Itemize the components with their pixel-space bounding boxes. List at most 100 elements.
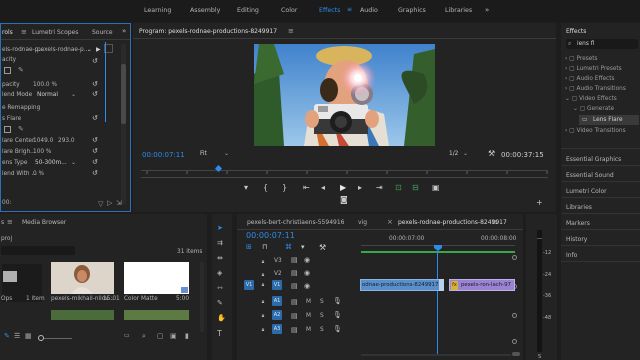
workspace-editing[interactable]: Editing xyxy=(237,7,259,14)
current-time[interactable]: 00: xyxy=(2,200,11,206)
chevron-down-icon[interactable]: ⌄ xyxy=(224,150,229,157)
tree-item-video-transitions[interactable]: › ▢ Video Transitions xyxy=(565,128,626,134)
tree-item-presets[interactable]: › ▢ Presets xyxy=(565,56,598,62)
tab-effect-controls[interactable]: rols xyxy=(2,29,13,36)
sync-lock-icon[interactable]: ▤ xyxy=(291,269,298,277)
scrollbar-thumb[interactable] xyxy=(121,64,126,124)
nest-icon[interactable]: ⊞ xyxy=(246,243,252,251)
mark-in-icon[interactable]: { xyxy=(263,184,268,192)
workspace-color[interactable]: Color xyxy=(281,7,297,14)
play-only-icon[interactable]: ▶ xyxy=(96,46,101,53)
program-scrub-bar[interactable] xyxy=(141,170,548,178)
effects-search-input[interactable]: lens fl xyxy=(577,41,594,47)
mute-button[interactable]: M xyxy=(306,327,311,333)
ripple-edit-tool-icon[interactable]: ⇹ xyxy=(217,255,223,262)
mask-ellipse-icon[interactable] xyxy=(4,67,11,74)
lens-type-select[interactable]: 50-300m... xyxy=(35,160,67,166)
track-target-v1[interactable]: V1 xyxy=(272,280,282,290)
source-patch-v1[interactable]: V1 xyxy=(244,280,254,290)
solo-button[interactable]: S xyxy=(320,299,324,305)
zoom-slider[interactable] xyxy=(44,338,72,339)
reset-icon[interactable]: ↺ xyxy=(92,158,98,166)
pen-tool-icon[interactable]: ✎ xyxy=(18,125,24,133)
eye-icon[interactable]: ◉ xyxy=(304,269,310,277)
workspace-audio[interactable]: Audio xyxy=(360,7,378,14)
extract-icon[interactable]: ⊟ xyxy=(412,184,419,192)
filter-icon[interactable]: ▽ xyxy=(98,200,103,208)
sync-lock-icon[interactable]: ▤ xyxy=(291,298,298,306)
hand-tool-icon[interactable]: ✋ xyxy=(217,315,226,322)
panel-libraries[interactable]: Libraries xyxy=(566,204,592,211)
blend-mode-select[interactable]: Normal xyxy=(37,92,58,98)
eye-icon[interactable]: ◉ xyxy=(304,282,310,290)
panel-markers[interactable]: Markers xyxy=(566,220,590,227)
solo-button[interactable]: S xyxy=(320,327,324,333)
flare-center-x[interactable]: 1049.0 xyxy=(33,138,53,144)
close-icon[interactable]: × xyxy=(387,218,393,226)
microphone-icon[interactable]: 🎙︎ xyxy=(333,297,342,305)
new-bin-icon[interactable]: ▢ xyxy=(157,332,164,340)
microphone-icon[interactable]: 🎙︎ xyxy=(333,311,342,319)
track-target-a2[interactable]: A2 xyxy=(272,310,282,320)
track-select-tool-icon[interactable]: ⇉ xyxy=(217,240,223,247)
sync-lock-icon[interactable]: ▤ xyxy=(291,326,298,334)
sequence-tab[interactable]: vig xyxy=(358,219,367,226)
reset-icon[interactable]: ↺ xyxy=(92,147,98,155)
panel-menu-icon[interactable]: ≡ xyxy=(7,218,13,226)
tab-media-browser[interactable]: Media Browser xyxy=(22,219,66,226)
track-lock-icon[interactable]: 🔒︎ xyxy=(258,280,268,290)
video-clip[interactable]: fx pexels-ron-lach-97 xyxy=(449,279,515,291)
panel-menu-icon[interactable]: ≡ xyxy=(288,27,294,35)
edit-icon[interactable]: ✎ xyxy=(4,332,10,340)
clip-thumbnail[interactable] xyxy=(51,310,114,320)
reset-icon[interactable]: ↺ xyxy=(92,57,98,65)
wrench-icon[interactable]: ⚒ xyxy=(488,149,495,158)
step-forward-icon[interactable]: ▸ xyxy=(358,184,362,192)
program-timecode[interactable]: 00:00:07:11 xyxy=(142,151,185,159)
reset-icon[interactable]: ↺ xyxy=(92,169,98,177)
type-tool-icon[interactable]: T xyxy=(217,330,222,338)
video-frame[interactable] xyxy=(254,44,435,146)
mask-ellipse-icon[interactable] xyxy=(4,126,11,133)
reset-icon[interactable]: ↺ xyxy=(92,90,98,98)
track-lock-icon[interactable]: 🔒︎ xyxy=(258,270,268,280)
panel-essential-sound[interactable]: Essential Sound xyxy=(566,172,614,179)
sync-lock-icon[interactable]: ▤ xyxy=(291,312,298,320)
sync-lock-icon[interactable]: ▤ xyxy=(291,256,298,264)
tree-item-audio-transitions[interactable]: › ▢ Audio Transitions xyxy=(565,86,626,92)
track-lock-icon[interactable]: 🔒︎ xyxy=(258,325,268,335)
add-marker-icon[interactable]: ▾ xyxy=(244,184,248,192)
list-view-icon[interactable]: ☰ xyxy=(14,332,20,340)
solo-button[interactable]: S xyxy=(320,313,324,319)
effects-search-field[interactable]: ⌕ lens fl xyxy=(566,39,638,49)
eye-icon[interactable]: ◉ xyxy=(304,256,310,264)
tree-item-lens-flare[interactable]: ▭ Lens Flare xyxy=(579,115,639,125)
tree-item-lumetri-presets[interactable]: › ▢ Lumetri Presets xyxy=(565,66,622,72)
pen-tool-icon[interactable]: ✎ xyxy=(18,66,24,74)
mute-button[interactable]: M xyxy=(306,313,311,319)
panel-menu-icon[interactable]: ≡ xyxy=(21,28,27,36)
chevron-down-icon[interactable]: ⌄ xyxy=(463,150,468,157)
track-target-a1[interactable]: A1 xyxy=(272,296,282,306)
workspace-graphics[interactable]: Graphics xyxy=(398,7,426,14)
compare-icon[interactable]: ▣ xyxy=(432,184,440,192)
panel-essential-graphics[interactable]: Essential Graphics xyxy=(566,156,621,163)
tree-item-video-effects[interactable]: ⌄ ▢ Video Effects xyxy=(565,96,617,102)
clip-thumbnail[interactable] xyxy=(124,310,189,320)
wrench-icon[interactable]: ⚒ xyxy=(319,243,326,252)
flare-center-y[interactable]: 293.0 xyxy=(58,138,75,144)
timeline-timecode[interactable]: 00:00:07:11 xyxy=(246,231,295,240)
panel-lumetri-color[interactable]: Lumetri Color xyxy=(566,188,607,195)
scrollbar[interactable] xyxy=(200,262,204,332)
trash-icon[interactable]: ▮ xyxy=(185,332,189,340)
mute-button[interactable]: M xyxy=(306,299,311,305)
opacity-value[interactable]: 100.0 % xyxy=(33,82,57,88)
pen-tool-icon[interactable]: ✎ xyxy=(217,300,223,307)
reset-icon[interactable]: ↺ xyxy=(92,114,98,122)
razor-tool-icon[interactable]: ◈ xyxy=(217,270,222,277)
tab-project[interactable]: s xyxy=(1,219,4,226)
step-back-icon[interactable]: ◂ xyxy=(321,184,325,192)
sync-lock-icon[interactable]: ▤ xyxy=(291,282,298,290)
workspace-learning[interactable]: Learning xyxy=(144,7,171,14)
track-lock-icon[interactable]: 🔒︎ xyxy=(258,297,268,307)
